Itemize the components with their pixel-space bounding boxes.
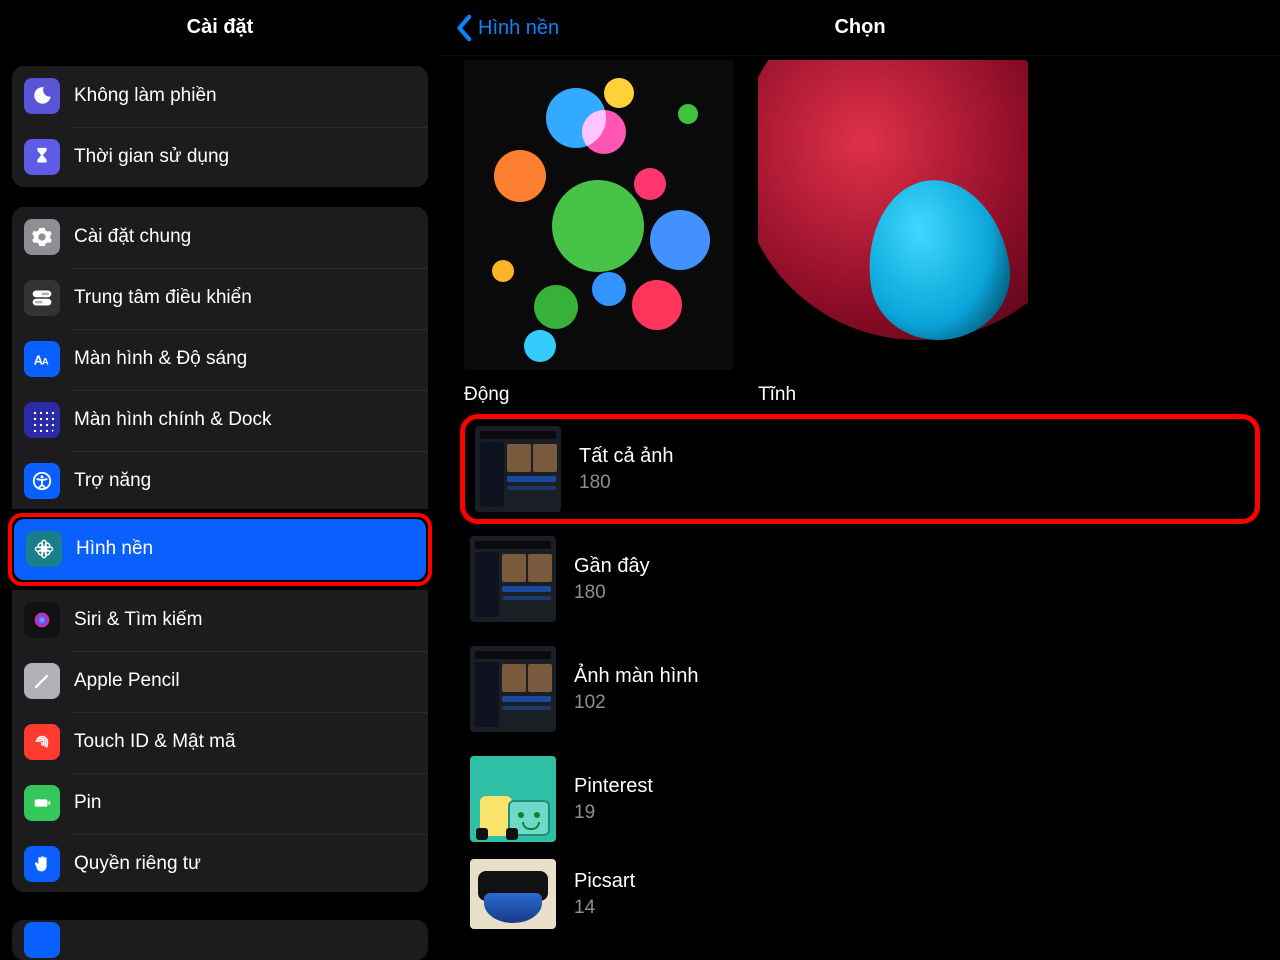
- album-title: Picsart: [574, 870, 635, 893]
- sidebar-item-label: Màn hình & Độ sáng: [74, 348, 416, 370]
- sidebar-item-label: Cài đặt chung: [74, 226, 416, 248]
- toggles-icon: [24, 280, 60, 316]
- fingerprint-icon: [24, 724, 60, 760]
- siri-icon: [24, 602, 60, 638]
- sidebar-item-apple-pencil[interactable]: Apple Pencil: [12, 651, 428, 712]
- back-label: Hình nền: [478, 17, 559, 40]
- album-row-all[interactable]: Tất cả ảnh 180: [460, 414, 1260, 524]
- album-title: Ảnh màn hình: [574, 665, 699, 688]
- sidebar-item-touchid[interactable]: Touch ID & Mật mã: [12, 712, 428, 773]
- sidebar-item-label: Touch ID & Mật mã: [74, 731, 416, 753]
- album-thumb: [470, 756, 556, 842]
- sidebar-item-label: Màn hình chính & Dock: [74, 409, 416, 431]
- sidebar-item-battery[interactable]: Pin: [12, 773, 428, 834]
- sidebar-item-display[interactable]: AA Màn hình & Độ sáng: [12, 329, 428, 390]
- sidebar-item-label: Siri & Tìm kiếm: [74, 609, 416, 631]
- wallpaper-category-dynamic[interactable]: Động: [464, 60, 734, 406]
- album-count: 180: [574, 582, 650, 604]
- wallpaper-category-still[interactable]: Tĩnh: [758, 60, 1028, 406]
- accessibility-icon: [24, 463, 60, 499]
- photo-albums-list: Tất cả ảnh 180 Gần đây 180 Ảnh màn hình …: [440, 406, 1280, 934]
- sidebar-item-label: Pin: [74, 792, 416, 814]
- back-button[interactable]: Hình nền: [456, 0, 559, 56]
- detail-title: Chọn: [834, 16, 885, 39]
- wallpaper-caption: Động: [464, 384, 734, 406]
- wallpaper-thumb-still: [758, 60, 1028, 370]
- album-count: 14: [574, 897, 635, 919]
- text-size-icon: AA: [24, 341, 60, 377]
- album-title: Tất cả ảnh: [579, 445, 674, 468]
- album-count: 180: [579, 472, 674, 494]
- unknown-icon: [24, 922, 60, 958]
- album-title: Gần đây: [574, 555, 650, 578]
- detail-pane: Hình nền Chọn: [440, 0, 1280, 960]
- gear-icon: [24, 219, 60, 255]
- hand-icon: [24, 846, 60, 882]
- sidebar-group-wallpaper-wrap: Hình nền: [14, 519, 426, 580]
- sidebar-item-accessibility[interactable]: Trợ năng: [12, 451, 428, 509]
- pencil-icon: [24, 663, 60, 699]
- album-count: 19: [574, 802, 653, 824]
- album-thumb: [470, 859, 556, 929]
- sidebar-group-focus: Không làm phiền Thời gian sử dụng: [12, 66, 428, 187]
- sidebar-group-next-peek[interactable]: [12, 920, 428, 960]
- album-row-recent[interactable]: Gần đây 180: [460, 524, 1260, 634]
- battery-icon: [24, 785, 60, 821]
- sidebar-title: Cài đặt: [0, 0, 440, 56]
- wallpaper-thumb-dynamic: [464, 60, 734, 370]
- sidebar-item-label: Hình nền: [76, 538, 414, 560]
- album-thumb: [470, 646, 556, 732]
- flower-icon: [26, 531, 62, 567]
- album-count: 102: [574, 692, 699, 714]
- app-grid-icon: [24, 402, 60, 438]
- wallpaper-categories: Động Tĩnh: [440, 60, 1280, 406]
- sidebar-item-label: Trợ năng: [74, 470, 416, 492]
- detail-header: Hình nền Chọn: [440, 0, 1280, 56]
- sidebar-group-main-bottom: Siri & Tìm kiếm Apple Pencil Touch ID & …: [12, 590, 428, 892]
- album-row-screenshots[interactable]: Ảnh màn hình 102: [460, 634, 1260, 744]
- album-thumb: [475, 426, 561, 512]
- sidebar-item-privacy[interactable]: Quyền riêng tư: [12, 834, 428, 892]
- settings-sidebar: Cài đặt Không làm phiền Thời gian sử dụn…: [0, 0, 440, 960]
- sidebar-item-control-center[interactable]: Trung tâm điều khiển: [12, 268, 428, 329]
- sidebar-item-label: Thời gian sử dụng: [74, 146, 416, 168]
- album-title: Pinterest: [574, 775, 653, 798]
- moon-icon: [24, 78, 60, 114]
- album-row-picsart[interactable]: Picsart 14: [460, 854, 1260, 934]
- sidebar-item-siri[interactable]: Siri & Tìm kiếm: [12, 590, 428, 651]
- sidebar-item-label: Apple Pencil: [74, 670, 416, 692]
- sidebar-item-label: Trung tâm điều khiển: [74, 287, 416, 309]
- chevron-left-icon: [456, 14, 474, 42]
- sidebar-item-general[interactable]: Cài đặt chung: [12, 207, 428, 268]
- sidebar-item-do-not-disturb[interactable]: Không làm phiền: [12, 66, 428, 127]
- hourglass-icon: [24, 139, 60, 175]
- svg-text:A: A: [42, 357, 49, 367]
- sidebar-group-main-top: Cài đặt chung Trung tâm điều khiển AA Mà…: [12, 207, 428, 509]
- sidebar-item-wallpaper[interactable]: Hình nền: [14, 519, 426, 580]
- sidebar-item-label: Quyền riêng tư: [74, 853, 416, 875]
- sidebar-item-label: Không làm phiền: [74, 85, 416, 107]
- album-thumb: [470, 536, 556, 622]
- album-row-pinterest[interactable]: Pinterest 19: [460, 744, 1260, 854]
- annotation-highlight-sidebar: Hình nền: [8, 513, 432, 586]
- sidebar-item-home-dock[interactable]: Màn hình chính & Dock: [12, 390, 428, 451]
- wallpaper-caption: Tĩnh: [758, 384, 1028, 406]
- sidebar-item-screen-time[interactable]: Thời gian sử dụng: [12, 127, 428, 187]
